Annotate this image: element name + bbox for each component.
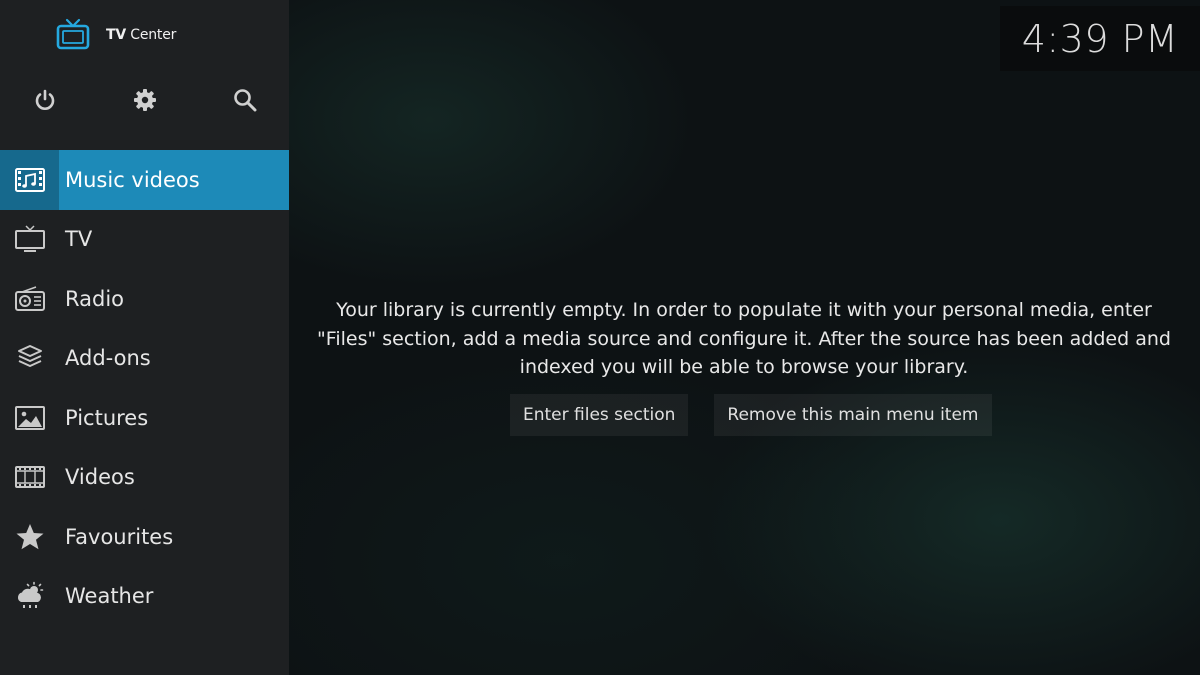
search-icon [234,89,257,112]
power-button[interactable] [29,84,61,116]
menu-item-label: Weather [65,584,154,609]
music-video-icon [14,167,45,192]
gear-icon [134,89,156,111]
menu-item-addons[interactable]: Add-ons [0,329,289,389]
menu-item-radio[interactable]: Radio [0,269,289,329]
menu-item-label: Radio [65,286,125,311]
weather-icon [17,581,43,609]
message-line: indexed you will be able to browse your … [519,356,969,378]
message-line: Your library is currently empty. In orde… [336,299,1152,321]
menu-item-label: Music videos [65,167,200,192]
message-line: "Files" section, add a media source and … [317,327,1171,350]
menu-item-weather[interactable]: Weather [0,567,289,627]
empty-library-message: Your library is currently empty. In orde… [300,296,1188,382]
addons-box-icon [17,345,42,368]
menu-item-tv[interactable]: TV [0,210,289,270]
power-icon [35,89,55,110]
main-menu: Music videos TV Radio Add-ons Pictures V… [0,150,289,626]
search-button[interactable] [229,84,261,116]
star-icon [16,523,43,549]
app-brand[interactable]: TV Center [55,17,176,53]
menu-item-music-videos[interactable]: Music videos [0,150,289,210]
menu-item-label: TV [65,227,93,252]
remove-menu-item-button[interactable]: Remove this main menu item [714,394,992,436]
pictures-icon [14,405,45,430]
kodi-home-screen: TV Center Music videos TV Radio Add-ons … [0,0,1200,675]
film-strip-icon [14,466,45,489]
menu-item-label: Pictures [65,405,149,430]
library-actions: Enter files section Remove this main men… [510,394,992,436]
menu-item-label: Add-ons [65,346,151,371]
menu-item-favourites[interactable]: Favourites [0,507,289,567]
app-title: TV Center [106,27,177,43]
tv-icon [14,225,45,253]
clock-time: 4:39 PM [1021,16,1179,61]
tv-logo-icon [56,18,90,50]
clock: 4:39 PM [1000,6,1200,71]
radio-icon [14,286,45,311]
menu-item-label: Favourites [65,524,174,549]
sidebar: TV Center Music videos TV Radio Add-ons … [0,0,289,675]
enter-files-section-button[interactable]: Enter files section [510,394,689,436]
menu-item-pictures[interactable]: Pictures [0,388,289,448]
menu-item-label: Videos [65,465,135,490]
top-actions [0,84,289,116]
settings-button[interactable] [129,84,161,116]
menu-item-videos[interactable]: Videos [0,448,289,508]
